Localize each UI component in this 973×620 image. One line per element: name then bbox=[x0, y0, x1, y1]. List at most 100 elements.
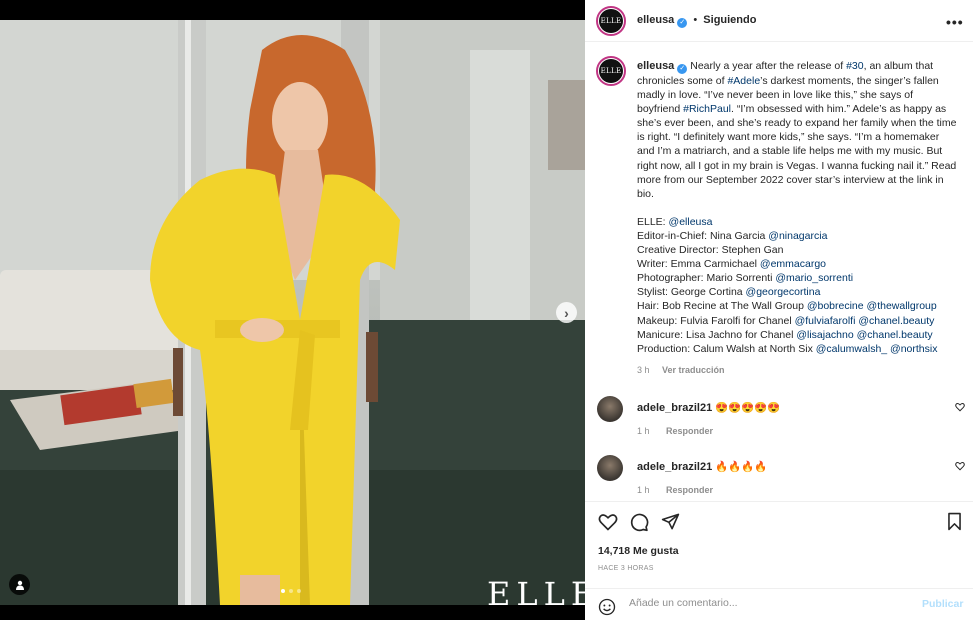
caption-text: Stylist: George Cortina bbox=[637, 286, 746, 299]
caption-link[interactable]: #RichPaul bbox=[683, 103, 731, 115]
more-icon[interactable]: ••• bbox=[946, 14, 964, 30]
likes-count[interactable]: 14,718 Me gusta bbox=[598, 545, 679, 557]
header-user-line: elleusa ✓ • Siguiendo bbox=[637, 14, 756, 28]
caption-body: Nearly a year after the release of #30, … bbox=[637, 60, 956, 200]
caption-text: Editor-in-Chief: Nina Garcia bbox=[637, 229, 769, 242]
verified-icon: ✓ bbox=[677, 64, 688, 74]
carousel-next-button[interactable]: › bbox=[556, 302, 577, 323]
credit-line: ELLE: @elleusa bbox=[637, 215, 959, 229]
caption-time: 3 h bbox=[637, 365, 650, 375]
elle-watermark: ELLE bbox=[487, 575, 585, 605]
caption-link[interactable]: @calumwalsh_ bbox=[816, 343, 887, 355]
caption-link[interactable]: #Adele bbox=[727, 75, 760, 87]
author-avatar-logo: ELLE bbox=[599, 9, 623, 33]
caption-link[interactable]: @chanel.beauty bbox=[857, 329, 933, 341]
caption-text: Writer: Emma Carmichael bbox=[637, 258, 760, 271]
comment-text: 🔥🔥🔥🔥 bbox=[715, 461, 768, 473]
heart-icon[interactable] bbox=[955, 461, 965, 471]
author-username[interactable]: elleusa bbox=[637, 14, 674, 26]
comments-scroll-area[interactable]: ELLE elleusa ✓ Nearly a year after the re… bbox=[585, 43, 973, 501]
credit-line: Editor-in-Chief: Nina Garcia @ninagarcia bbox=[637, 229, 959, 243]
caption-link[interactable]: @ninagarcia bbox=[768, 230, 827, 242]
comment-avatar[interactable] bbox=[597, 396, 623, 422]
caption-avatar-logo: ELLE bbox=[599, 59, 623, 83]
post-header: ELLE elleusa ✓ • Siguiendo ••• bbox=[585, 0, 973, 42]
reply-button[interactable]: Responder bbox=[666, 485, 713, 495]
comment-icon[interactable] bbox=[629, 512, 649, 532]
caption-link[interactable]: @georgecortina bbox=[746, 286, 821, 298]
credit-line: Makeup: Fulvia Farolfi for Chanel @fulvi… bbox=[637, 314, 959, 328]
caption-link[interactable]: @emmacargo bbox=[760, 258, 826, 270]
caption-link[interactable]: @northsix bbox=[890, 343, 937, 355]
caption-username[interactable]: elleusa bbox=[637, 60, 674, 72]
credit-line: Production: Calum Walsh at North Six @ca… bbox=[637, 342, 959, 356]
comment-text-line: adele_brazil21 🔥🔥🔥🔥 bbox=[637, 460, 767, 473]
caption-text: Nearly a year after the release of bbox=[690, 60, 847, 72]
caption-text: Manicure: Lisa Jachno for Chanel bbox=[637, 328, 797, 341]
chevron-right-icon: › bbox=[564, 304, 569, 321]
caption-text: Makeup: Fulvia Farolfi for Chanel bbox=[637, 314, 795, 327]
comment-avatar[interactable] bbox=[597, 455, 623, 481]
caption-link[interactable]: @bobrecine bbox=[807, 300, 864, 312]
comment-bar: Publicar bbox=[585, 588, 973, 620]
caption-link[interactable]: @lisajachno bbox=[796, 329, 853, 341]
user-tag-icon bbox=[15, 580, 24, 590]
post-photo[interactable]: ELLE bbox=[0, 20, 585, 605]
see-translation-button[interactable]: Ver traducción bbox=[662, 365, 725, 375]
credit-line: Photographer: Mario Sorrenti @mario_sorr… bbox=[637, 271, 959, 285]
media-pane: ELLE › bbox=[0, 0, 585, 620]
caption-link[interactable]: @elleusa bbox=[669, 216, 713, 228]
reply-button[interactable]: Responder bbox=[666, 426, 713, 436]
carousel-dot-2 bbox=[289, 589, 293, 593]
post-timestamp[interactable]: HACE 3 HORAS bbox=[598, 565, 654, 572]
caption-credits: ELLE: @elleusa Editor-in-Chief: Nina Garc… bbox=[637, 215, 959, 356]
share-icon[interactable] bbox=[661, 512, 680, 531]
caption-link[interactable]: @thewallgroup bbox=[867, 300, 937, 312]
verified-icon: ✓ bbox=[677, 18, 688, 28]
post-actions: 14,718 Me gusta HACE 3 HORAS Publicar bbox=[585, 501, 973, 620]
caption-text: Hair: Bob Recine at The Wall Group bbox=[637, 300, 807, 313]
carousel-indicator bbox=[281, 589, 301, 593]
caption-text: Creative Director: Stephen Gan bbox=[637, 244, 784, 257]
caption-text: . “I’m obsessed with him.” Adele’s as ha… bbox=[637, 103, 957, 200]
comment-text: 😍😍😍😍😍 bbox=[715, 402, 781, 414]
instagram-post-view: ELLE › ELLE elleusa✓ • Siguiendo bbox=[0, 0, 973, 620]
caption-avatar[interactable]: ELLE bbox=[596, 56, 626, 86]
comment-meta: 1 h Responder bbox=[637, 426, 727, 436]
credit-line: Manicure: Lisa Jachno for Chanel @lisaja… bbox=[637, 328, 959, 342]
author-avatar[interactable]: ELLE bbox=[596, 6, 626, 36]
header-separator: • bbox=[693, 14, 698, 26]
credit-line: Stylist: George Cortina @georgecortina bbox=[637, 285, 959, 299]
caption-link[interactable]: @chanel.beauty bbox=[858, 315, 934, 327]
comment-username[interactable]: adele_brazil21 bbox=[637, 402, 712, 414]
heart-icon[interactable] bbox=[598, 512, 618, 532]
photo-illustration bbox=[0, 20, 585, 605]
caption-link[interactable]: #30 bbox=[846, 60, 864, 72]
caption-text: ELLE: bbox=[637, 215, 669, 228]
caption-text: Photographer: Mario Sorrenti bbox=[637, 272, 776, 285]
comment-time: 1 h bbox=[637, 485, 650, 495]
post-details-panel: ELLE elleusa ✓ • Siguiendo ••• ELLE elleu… bbox=[585, 0, 973, 620]
comment-time: 1 h bbox=[637, 426, 650, 436]
following-button[interactable]: Siguiendo bbox=[703, 14, 756, 26]
carousel-dot-3 bbox=[297, 589, 301, 593]
credit-line: Writer: Emma Carmichael @emmacargo bbox=[637, 257, 959, 271]
caption-link[interactable]: @fulviafarolfi bbox=[795, 315, 856, 327]
credit-line: Hair: Bob Recine at The Wall Group @bobr… bbox=[637, 299, 959, 313]
caption-paragraph: elleusa ✓ Nearly a year after the release… bbox=[637, 59, 959, 201]
caption-link[interactable]: @mario_sorrenti bbox=[775, 272, 853, 284]
comment-meta: 1 h Responder bbox=[637, 485, 727, 495]
post-caption: elleusa ✓ Nearly a year after the release… bbox=[637, 59, 959, 356]
heart-icon[interactable] bbox=[955, 402, 965, 412]
bookmark-icon[interactable] bbox=[946, 512, 963, 531]
comment-username[interactable]: adele_brazil21 bbox=[637, 461, 712, 473]
caption-text: Production: Calum Walsh at North Six bbox=[637, 342, 816, 355]
comment-input[interactable] bbox=[629, 597, 909, 609]
credit-line: Creative Director: Stephen Gan bbox=[637, 243, 959, 257]
caption-meta: 3 h Ver traducción bbox=[637, 365, 735, 375]
carousel-dot-1 bbox=[281, 589, 285, 593]
publish-button[interactable]: Publicar bbox=[922, 598, 963, 610]
comment-text-line: adele_brazil21 😍😍😍😍😍 bbox=[637, 401, 781, 414]
user-tags-button[interactable] bbox=[9, 574, 30, 595]
emoji-icon[interactable] bbox=[598, 598, 616, 616]
